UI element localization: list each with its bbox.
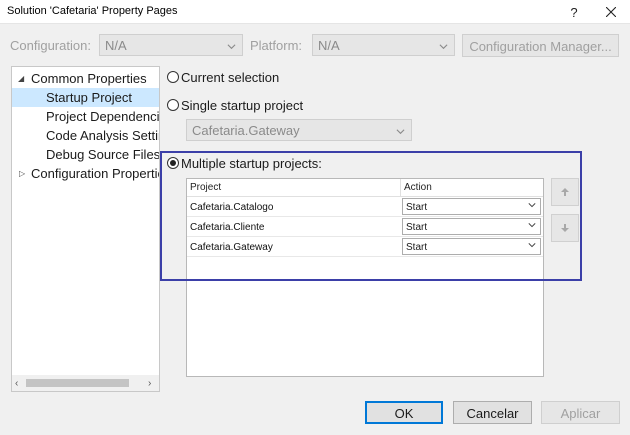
- tree-item-project-dependencies[interactable]: Project Dependencie: [12, 107, 159, 126]
- tree-item-common-properties[interactable]: ◢ Common Properties: [12, 69, 159, 88]
- single-startup-radio[interactable]: [167, 99, 179, 111]
- tree-item-label: Code Analysis Settin: [46, 128, 160, 143]
- tree-item-label: Configuration Propertie: [31, 166, 160, 181]
- current-selection-radio[interactable]: [167, 71, 179, 83]
- scroll-left-icon[interactable]: ‹: [15, 378, 18, 389]
- tree-item-label: Startup Project: [46, 90, 132, 105]
- chevron-down-icon: [396, 124, 405, 139]
- tree-item-label: Project Dependencie: [46, 109, 160, 124]
- current-selection-label: Current selection: [181, 70, 280, 85]
- tree-item-configuration-properties[interactable]: ▷ Configuration Propertie: [12, 164, 159, 183]
- title-bar: Solution 'Cafetaria' Property Pages ?: [0, 0, 630, 24]
- tree-item-debug-source-files[interactable]: Debug Source Files: [12, 145, 159, 164]
- apply-button[interactable]: Aplicar: [541, 401, 620, 424]
- platform-value: N/A: [318, 38, 340, 53]
- single-startup-dropdown[interactable]: Cafetaria.Gateway: [186, 119, 412, 141]
- chevron-down-icon: [439, 39, 448, 54]
- cancel-button[interactable]: Cancelar: [453, 401, 532, 424]
- single-startup-label: Single startup project: [181, 98, 304, 113]
- close-icon: [606, 7, 616, 17]
- ok-button[interactable]: OK: [365, 401, 443, 424]
- tree-horizontal-scrollbar[interactable]: ‹ ›: [12, 375, 159, 391]
- configuration-value: N/A: [105, 38, 127, 53]
- window-title: Solution 'Cafetaria' Property Pages: [7, 5, 178, 17]
- chevron-down-icon: [227, 39, 236, 54]
- scroll-right-icon[interactable]: ›: [148, 378, 151, 389]
- highlight-annotation-box: [160, 151, 582, 281]
- configuration-toolbar: Configuration: N/A Platform: N/A Configu…: [0, 34, 630, 58]
- platform-dropdown[interactable]: N/A: [312, 34, 455, 56]
- property-tree: ◢ Common Properties Startup Project Proj…: [11, 66, 160, 392]
- collapsed-arrow-icon[interactable]: ▷: [19, 170, 26, 178]
- configuration-dropdown[interactable]: N/A: [99, 34, 243, 56]
- tree-item-startup-project[interactable]: Startup Project: [12, 88, 159, 107]
- configuration-label: Configuration:: [10, 38, 91, 53]
- tree-item-label: Debug Source Files: [46, 147, 160, 162]
- expanded-arrow-icon[interactable]: ◢: [18, 75, 25, 83]
- tree-item-code-analysis-settings[interactable]: Code Analysis Settin: [12, 126, 159, 145]
- platform-label: Platform:: [250, 38, 303, 53]
- configuration-manager-button[interactable]: Configuration Manager...: [462, 34, 619, 57]
- single-startup-value: Cafetaria.Gateway: [192, 123, 300, 138]
- help-icon: ?: [570, 4, 578, 20]
- scrollbar-thumb[interactable]: [26, 379, 129, 387]
- help-button[interactable]: ?: [557, 0, 591, 24]
- tree-item-label: Common Properties: [31, 71, 147, 86]
- close-button[interactable]: [594, 0, 628, 24]
